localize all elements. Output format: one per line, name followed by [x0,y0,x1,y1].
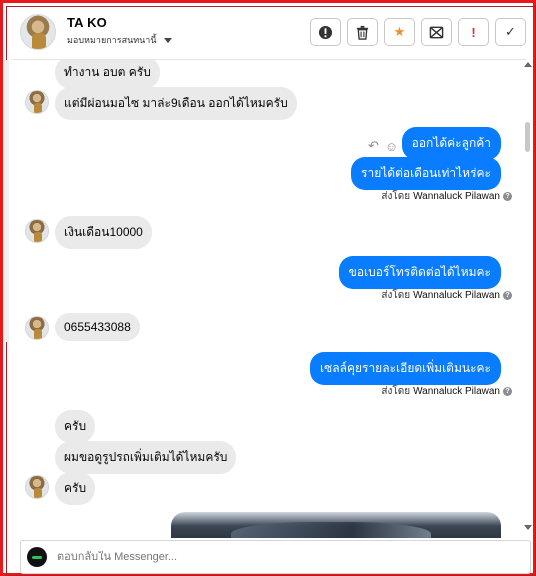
assign-label: มอบหมายการสนทนานี้ [67,35,157,45]
star-icon: ★ [393,24,406,39]
mark-spam-button[interactable] [310,18,341,46]
page-avatar-icon [27,547,47,567]
mark-unread-button[interactable] [421,18,452,46]
incoming-message[interactable]: ทำงาน อบต ครับ [55,60,160,89]
outgoing-message[interactable]: ออกได้ค่ะลูกค้า [401,127,501,160]
sent-by-label: ส่งโดย Wannaluck Pilawan ? [381,288,512,303]
assign-conversation-dropdown[interactable]: มอบหมายการสนทนานี้ [67,33,172,47]
message-actions: ↶ ☺ [368,138,398,154]
conversation-header: TA KO มอบหมายการสนทนานี้ ★ ! ✓ [11,8,526,60]
scrollbar-thumb[interactable] [525,122,530,152]
outgoing-message[interactable]: รายได้ต่อเดือนเท่าไหร่คะ [351,157,501,190]
contact-avatar[interactable] [20,14,56,50]
sent-by-prefix: ส่งโดย [381,290,411,301]
sent-by-label: ส่งโดย Wannaluck Pilawan ? [381,384,512,399]
scroll-down-arrow-icon[interactable] [524,525,532,530]
mail-x-icon [429,26,444,38]
help-icon[interactable]: ? [503,291,512,300]
incoming-message[interactable]: เงินเดือน10000 [55,216,152,249]
incoming-message[interactable]: ครับ [55,410,96,443]
scroll-up-arrow-icon[interactable] [524,62,532,67]
header-toolbar: ★ ! ✓ [310,18,526,46]
exclamation-icon: ! [471,24,476,40]
sent-by-name: Wannaluck Pilawan [413,191,500,202]
incoming-message[interactable]: ผมขอดูรูปรถเพิ่มเติมได้ไหมครับ [55,441,237,474]
delete-button[interactable] [347,18,378,46]
chat-scrollbar[interactable] [524,62,532,530]
sent-by-label: ส่งโดย Wannaluck Pilawan ? [381,189,512,204]
contact-avatar-small [25,475,49,499]
chevron-down-icon [163,37,172,43]
contact-avatar-small [25,90,49,114]
trash-icon [356,25,369,40]
reply-input[interactable] [57,551,477,563]
alert-circle-icon [318,25,333,39]
sent-by-name: Wannaluck Pilawan [413,290,500,301]
incoming-message[interactable]: 0655433088 [55,313,140,341]
contact-name: TA KO [67,15,107,30]
help-icon[interactable]: ? [503,387,512,396]
sent-by-prefix: ส่งโดย [381,386,411,397]
star-button[interactable]: ★ [384,18,415,46]
reply-composer [20,540,531,574]
outgoing-message[interactable]: เซลล์คุยรายละเอียดเพิ่มเติมนะคะ [309,352,501,385]
incoming-message[interactable]: แต่มีผ่อนมอไซ มาล่ะ9เดือน ออกได้ไหมครับ [55,87,297,120]
follow-up-button[interactable]: ! [458,18,489,46]
contact-avatar-small [25,316,49,340]
help-icon[interactable]: ? [503,192,512,201]
outgoing-photo-attachment[interactable] [171,512,501,538]
message-thread[interactable]: ทำงาน อบต ครับ แต่มีผ่อนมอไซ มาล่ะ9เดือน… [11,60,526,538]
incoming-message[interactable]: ครับ [55,472,96,505]
sent-by-prefix: ส่งโดย [381,191,411,202]
mark-done-button[interactable]: ✓ [495,18,526,46]
reply-icon[interactable]: ↶ [368,138,379,154]
outgoing-message[interactable]: ขอเบอร์โทรติดต่อได้ไหมคะ [338,256,501,289]
check-icon: ✓ [505,24,516,39]
emoji-icon[interactable]: ☺ [385,139,398,154]
left-edge-bar [3,60,9,342]
sent-by-name: Wannaluck Pilawan [413,386,500,397]
contact-avatar-small [25,219,49,243]
